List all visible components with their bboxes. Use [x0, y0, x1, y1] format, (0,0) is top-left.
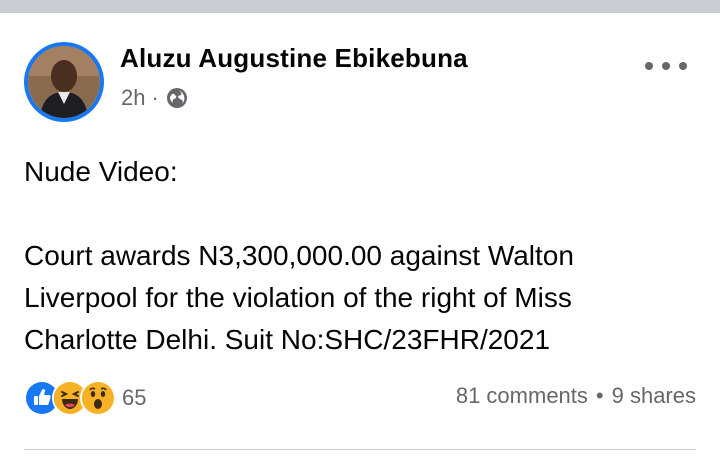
- reactions-summary[interactable]: 65: [24, 380, 147, 416]
- more-horizontal-icon: [662, 62, 670, 70]
- author-name[interactable]: Aluzu Augustine Ebikebuna: [120, 43, 468, 74]
- post-meta: 2h ·: [121, 85, 188, 111]
- avatar-photo: [28, 46, 100, 118]
- post-card: Aluzu Augustine Ebikebuna 2h · Nude Vide…: [0, 13, 720, 462]
- more-horizontal-icon: [679, 62, 687, 70]
- globe-icon[interactable]: [166, 87, 188, 109]
- post-text-line: Liverpool for the violation of the right…: [24, 282, 572, 313]
- post-text-line: Nude Video:: [24, 156, 178, 187]
- divider: [24, 449, 696, 450]
- stats-separator: •: [595, 383, 604, 408]
- engagement-stats: 81 comments • 9 shares: [456, 383, 696, 409]
- feed-separator-strip: [0, 0, 720, 13]
- avatar[interactable]: [24, 42, 104, 122]
- reaction-count: 65: [122, 385, 147, 410]
- post-text: Nude Video: Court awards N3,300,000.00 a…: [24, 151, 704, 361]
- more-options-button[interactable]: [645, 53, 687, 79]
- shares-link[interactable]: 9 shares: [612, 383, 696, 409]
- comments-link[interactable]: 81 comments: [456, 383, 588, 409]
- post-time[interactable]: 2h: [121, 85, 145, 111]
- more-horizontal-icon: [645, 62, 653, 70]
- meta-separator: ·: [151, 85, 159, 110]
- wow-icon: [80, 380, 116, 416]
- post-text-line: Charlotte Delhi. Suit No:SHC/23FHR/2021: [24, 324, 551, 355]
- post-text-line: Court awards N3,300,000.00 against Walto…: [24, 240, 574, 271]
